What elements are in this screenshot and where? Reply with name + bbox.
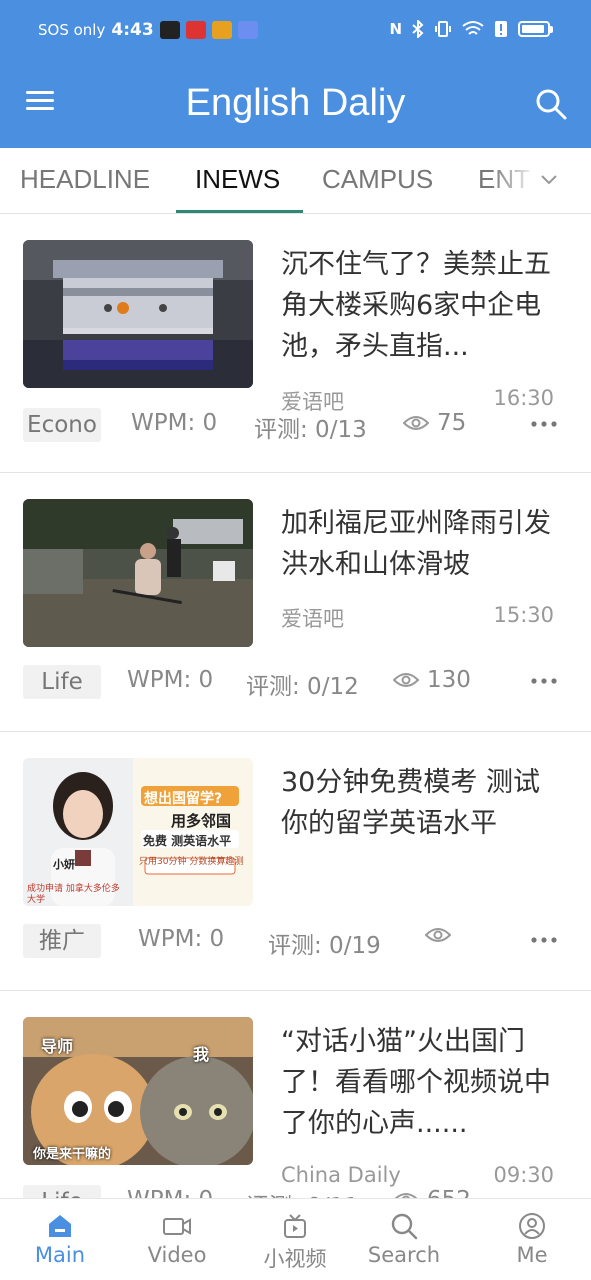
chevron-down-icon[interactable] <box>539 170 559 190</box>
article-title[interactable]: 沉不住气了？美禁止五角大楼采购6家中企电池，矛头直指... <box>281 244 566 367</box>
article-meta: Econo WPM: 0 评测: 0/13 75 <box>23 408 568 442</box>
view-count: 130 <box>393 667 471 693</box>
header: English Daliy <box>0 66 591 148</box>
notification-icon <box>160 21 180 39</box>
more-options-icon[interactable] <box>530 414 558 434</box>
app-title: English Daliy <box>0 82 591 125</box>
article-title[interactable]: 加利福尼亚州降雨引发洪水和山体滑坡 <box>281 503 566 585</box>
nav-video[interactable]: Video <box>122 1199 232 1280</box>
article-thumbnail <box>23 240 253 388</box>
article-thumbnail: 导师 我 你是来干嘛的 <box>23 1017 253 1165</box>
eye-icon <box>425 926 451 944</box>
article-meta: Life WPM: 0 评测: 0/12 130 <box>23 665 568 699</box>
status-time: 4:43 <box>111 20 153 40</box>
view-count-value: 652 <box>427 1187 471 1198</box>
promo-headline: 想出国留学? <box>144 788 222 808</box>
nav-label: Me <box>477 1243 587 1267</box>
tab-campus[interactable]: CAMPUS <box>322 164 433 195</box>
view-count: 652 <box>393 1187 471 1198</box>
article-title[interactable]: “对话小猫”火出国门了！看看哪个视频说中了你的心声...... <box>281 1021 566 1144</box>
view-count-value: 130 <box>427 667 471 693</box>
article-source: 爱语吧 <box>281 603 344 633</box>
bluetooth-icon <box>412 20 424 38</box>
article-meta: 推广 WPM: 0 评测: 0/19 <box>23 924 568 958</box>
article-card[interactable]: 导师 我 你是来干嘛的 “对话小猫”火出国门了！看看哪个视频说中了你的心声...… <box>0 991 591 1198</box>
chat-app-icon <box>238 21 258 39</box>
nfc-icon: N <box>389 20 402 38</box>
nav-me[interactable]: Me <box>477 1199 587 1280</box>
meme-right-label: 我 <box>193 1041 209 1065</box>
battery-icon <box>518 21 553 37</box>
home-icon <box>45 1211 75 1241</box>
wpm-stat: WPM: 0 <box>131 410 217 436</box>
search-icon <box>389 1211 419 1241</box>
more-options-icon[interactable] <box>530 671 558 691</box>
category-tag[interactable]: Econo <box>23 408 101 442</box>
user-icon <box>517 1211 547 1241</box>
article-time: 16:30 <box>493 386 554 410</box>
article-time: 09:30 <box>493 1163 554 1187</box>
view-count: 75 <box>403 410 466 436</box>
promo-detail: 只用30分钟 分数换算趣测 <box>139 854 243 867</box>
promo-caption: 成功申请 加拿大多伦多大学 <box>27 884 127 906</box>
alert-icon <box>494 20 508 38</box>
article-source: China Daily <box>281 1163 401 1187</box>
tab-inews[interactable]: INEWS <box>195 164 280 195</box>
promo-person-name: 小妍 <box>53 856 75 872</box>
category-tag[interactable]: Life <box>23 1185 101 1198</box>
bottom-navigation: Main Video 小视频 Search Me <box>0 1198 591 1280</box>
article-feed: 沉不住气了？美禁止五角大楼采购6家中企电池，矛头直指... 爱语吧 16:30 … <box>0 214 591 1198</box>
carrier-text: SOS only <box>38 21 105 39</box>
article-thumbnail: 想出国留学? 用多邻国 免费 测英语水平 只用30分钟 分数换算趣测 小妍 成功… <box>23 758 253 906</box>
nav-short-video[interactable]: 小视频 <box>240 1199 350 1280</box>
news-app-icon <box>186 21 206 39</box>
tv-icon <box>280 1211 310 1241</box>
status-left: SOS only 4:43 <box>38 20 258 40</box>
view-count-value: 75 <box>437 410 466 436</box>
meme-caption: 你是来干嘛的 <box>33 1143 111 1162</box>
article-card[interactable]: 加利福尼亚州降雨引发洪水和山体滑坡 爱语吧 15:30 Life WPM: 0 … <box>0 473 591 732</box>
app-bar: SOS only 4:43 N English Daliy <box>0 0 591 148</box>
status-right: N <box>389 20 553 38</box>
score-stat: 评测: 0/12 <box>246 667 359 701</box>
article-title[interactable]: 30分钟免费模考 测试你的留学英语水平 <box>281 762 566 844</box>
vibrate-icon <box>434 20 452 38</box>
nav-label: Search <box>349 1243 459 1267</box>
wifi-icon <box>462 20 484 38</box>
nav-label: Video <box>122 1243 232 1267</box>
more-options-icon[interactable] <box>530 930 558 950</box>
tab-headline[interactable]: HEADLINE <box>20 164 150 195</box>
nav-label: Main <box>5 1243 115 1267</box>
score-stat: 评测: 0/13 <box>254 410 367 444</box>
article-meta: Life WPM: 0 评测: 0/11 652 <box>23 1185 568 1198</box>
wpm-stat: WPM: 0 <box>138 926 224 952</box>
eye-icon <box>393 1191 419 1198</box>
nav-main[interactable]: Main <box>5 1199 115 1280</box>
nav-label: 小视频 <box>240 1243 350 1273</box>
category-tabs: HEADLINE INEWS CAMPUS ENT <box>0 148 591 214</box>
article-thumbnail <box>23 499 253 647</box>
video-camera-icon <box>162 1211 192 1241</box>
view-count <box>425 926 459 944</box>
status-bar: SOS only 4:43 N <box>0 0 591 66</box>
eye-icon <box>393 671 419 689</box>
active-tab-indicator <box>176 210 303 213</box>
promo-brand: 用多邻国 <box>171 810 231 831</box>
wpm-stat: WPM: 0 <box>127 1187 213 1198</box>
category-tag[interactable]: Life <box>23 665 101 699</box>
article-card[interactable]: 沉不住气了？美禁止五角大楼采购6家中企电池，矛头直指... 爱语吧 16:30 … <box>0 214 591 473</box>
promo-subtitle: 免费 测英语水平 <box>143 832 231 849</box>
article-card[interactable]: 想出国留学? 用多邻国 免费 测英语水平 只用30分钟 分数换算趣测 小妍 成功… <box>0 732 591 991</box>
eye-icon <box>403 414 429 432</box>
nav-search[interactable]: Search <box>349 1199 459 1280</box>
meme-left-label: 导师 <box>41 1033 73 1057</box>
wpm-stat: WPM: 0 <box>127 667 213 693</box>
search-icon[interactable] <box>533 86 569 122</box>
score-stat: 评测: 0/19 <box>268 926 381 960</box>
score-stat: 评测: 0/11 <box>246 1187 359 1198</box>
article-time: 15:30 <box>493 603 554 627</box>
category-tag[interactable]: 推广 <box>23 924 101 958</box>
app-notification-icon <box>212 21 232 39</box>
